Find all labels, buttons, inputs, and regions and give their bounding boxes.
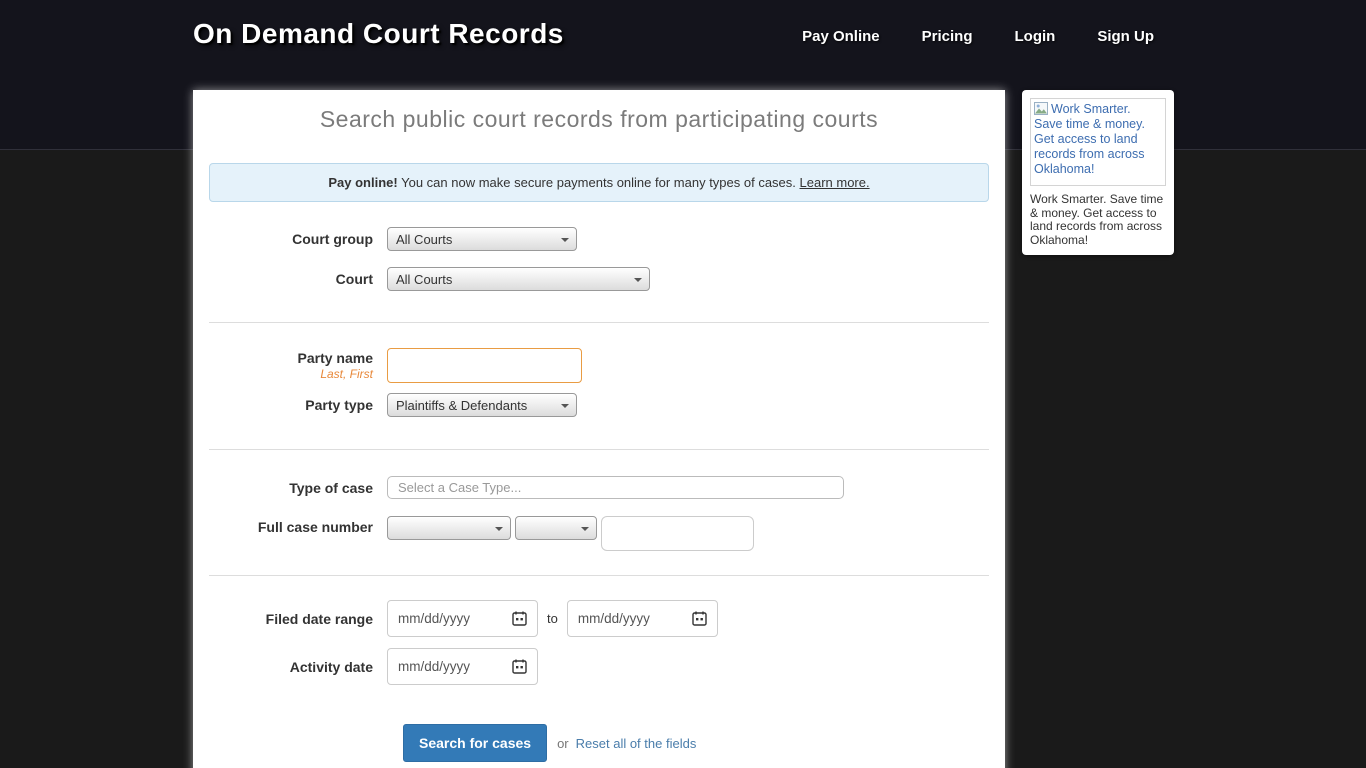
- filed-date-to-placeholder: mm/dd/yyyy: [578, 611, 650, 626]
- nav-login[interactable]: Login: [1015, 28, 1056, 45]
- case-number-type-select[interactable]: [387, 516, 511, 540]
- alert-body: You can now make secure payments online …: [398, 175, 800, 190]
- filed-date-from-placeholder: mm/dd/yyyy: [398, 611, 470, 626]
- pay-online-alert: Pay online! You can now make secure paym…: [209, 163, 989, 202]
- nav-sign-up[interactable]: Sign Up: [1097, 28, 1154, 45]
- party-type-selected-value: Plaintiffs & Defendants: [396, 398, 527, 413]
- filed-date-label: Filed date range: [209, 611, 373, 627]
- search-for-cases-button[interactable]: Search for cases: [403, 724, 547, 762]
- case-number-input[interactable]: [601, 516, 754, 551]
- case-number-label: Full case number: [209, 519, 373, 535]
- activity-date-label: Activity date: [209, 659, 373, 675]
- court-group-selected-value: All Courts: [396, 232, 452, 247]
- court-group-row: Court group All Courts: [209, 227, 989, 251]
- search-form: Court group All Courts Court All Courts: [193, 202, 1005, 768]
- calendar-icon[interactable]: [692, 611, 707, 626]
- section-divider: [209, 449, 989, 450]
- filed-date-from-input[interactable]: mm/dd/yyyy: [387, 600, 538, 637]
- party-name-row: Party name Last, First: [209, 348, 989, 383]
- form-actions: Search for cases or Reset all of the fie…: [403, 724, 989, 762]
- alert-lead: Pay online!: [328, 175, 397, 190]
- calendar-icon[interactable]: [512, 659, 527, 674]
- reset-fields-link[interactable]: Reset all of the fields: [576, 736, 697, 751]
- broken-image-icon: [1034, 102, 1048, 115]
- party-name-label: Party name: [209, 350, 373, 366]
- party-type-row: Party type Plaintiffs & Defendants: [209, 393, 989, 417]
- party-name-hint: Last, First: [209, 367, 373, 381]
- nav-pricing[interactable]: Pricing: [922, 28, 973, 45]
- brand-title[interactable]: On Demand Court Records: [193, 18, 564, 50]
- page-title: Search public court records from partici…: [193, 90, 1005, 133]
- search-panel: Search public court records from partici…: [193, 90, 1005, 768]
- activity-date-row: Activity date mm/dd/yyyy: [209, 648, 989, 685]
- case-type-label: Type of case: [209, 480, 373, 496]
- court-selected-value: All Courts: [396, 272, 452, 287]
- sidebar-ad-broken-image[interactable]: Work Smarter. Save time & money. Get acc…: [1030, 98, 1166, 186]
- case-type-row: Type of case Select a Case Type...: [209, 476, 989, 499]
- case-type-select[interactable]: Select a Case Type...: [387, 476, 844, 499]
- ad-alt-text: Work Smarter. Save time & money. Get acc…: [1034, 102, 1145, 176]
- ad-caption: Work Smarter. Save time & money. Get acc…: [1030, 193, 1166, 247]
- court-row: Court All Courts: [209, 267, 989, 291]
- activity-date-input[interactable]: mm/dd/yyyy: [387, 648, 538, 685]
- main-nav: Pay Online Pricing Login Sign Up: [802, 28, 1154, 45]
- nav-pay-online[interactable]: Pay Online: [802, 28, 880, 45]
- court-group-select[interactable]: All Courts: [387, 227, 577, 251]
- or-text: or: [557, 736, 569, 751]
- court-select[interactable]: All Courts: [387, 267, 650, 291]
- court-label: Court: [209, 271, 373, 287]
- calendar-icon[interactable]: [512, 611, 527, 626]
- party-name-input[interactable]: [387, 348, 582, 383]
- activity-date-placeholder: mm/dd/yyyy: [398, 659, 470, 674]
- section-divider: [209, 575, 989, 576]
- filed-date-row: Filed date range mm/dd/yyyy to mm/dd/yyy…: [209, 600, 989, 637]
- party-type-select[interactable]: Plaintiffs & Defendants: [387, 393, 577, 417]
- case-type-placeholder: Select a Case Type...: [398, 480, 521, 495]
- learn-more-link[interactable]: Learn more.: [800, 175, 870, 190]
- case-number-year-select[interactable]: [515, 516, 597, 540]
- date-range-joiner: to: [547, 611, 558, 626]
- court-group-label: Court group: [209, 231, 373, 247]
- sidebar-ad-card: Work Smarter. Save time & money. Get acc…: [1022, 90, 1174, 255]
- party-type-label: Party type: [209, 397, 373, 413]
- case-number-row: Full case number: [209, 516, 989, 551]
- filed-date-to-input[interactable]: mm/dd/yyyy: [567, 600, 718, 637]
- section-divider: [209, 322, 989, 323]
